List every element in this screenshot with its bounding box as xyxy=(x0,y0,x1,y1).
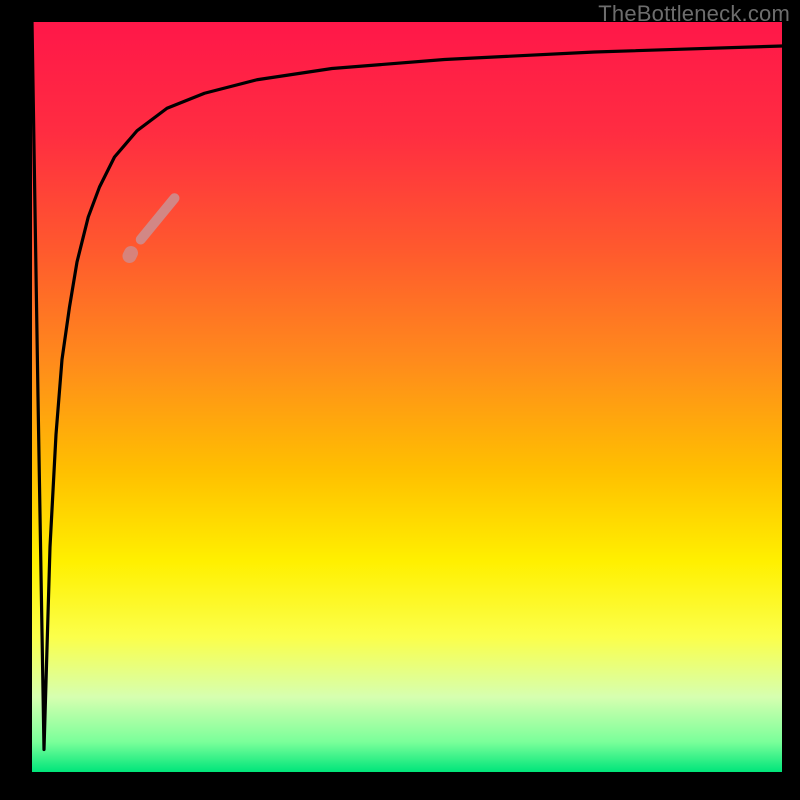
highlight-segment xyxy=(141,198,175,239)
chart-container: TheBottleneck.com xyxy=(0,0,800,800)
curve-layer xyxy=(32,22,782,772)
bottleneck-curve xyxy=(32,22,782,750)
plot-area xyxy=(32,22,782,772)
watermark-text: TheBottleneck.com xyxy=(598,1,790,27)
highlight-dot xyxy=(130,253,132,256)
